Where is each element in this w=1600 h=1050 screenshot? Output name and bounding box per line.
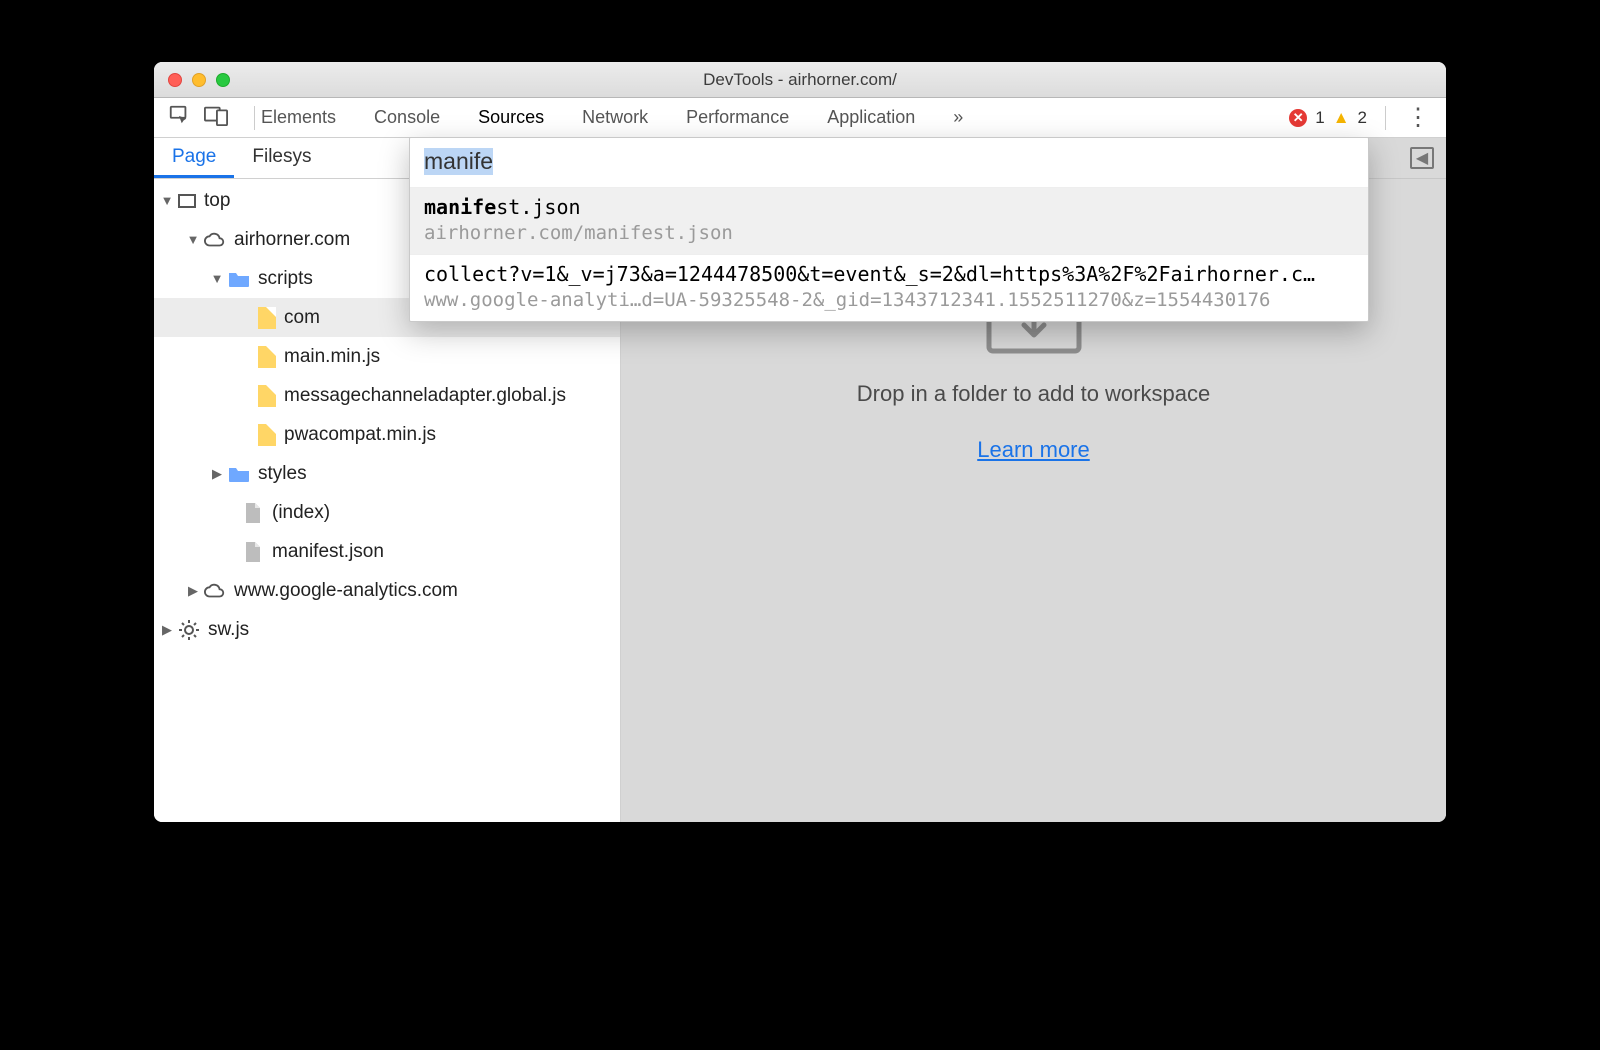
tree-label: airhorner.com xyxy=(234,229,350,251)
tree-label: main.min.js xyxy=(284,346,380,368)
folder-icon xyxy=(228,463,250,485)
window-title: DevTools - airhorner.com/ xyxy=(154,70,1446,90)
tree-label: com xyxy=(284,307,320,329)
gear-icon xyxy=(178,619,200,641)
cloud-icon xyxy=(204,229,226,251)
tree-folder-styles[interactable]: ▶ styles xyxy=(154,454,620,493)
panel-tabs: Elements Console Sources Network Perform… xyxy=(261,107,963,128)
folder-icon xyxy=(228,268,250,290)
toggle-debugger-sidebar-icon[interactable]: ◀ xyxy=(1410,147,1434,169)
error-count[interactable]: 1 xyxy=(1315,108,1324,128)
frame-icon xyxy=(178,194,196,208)
kebab-menu-icon[interactable]: ⋮ xyxy=(1398,103,1438,132)
subtab-filesystem[interactable]: Filesys xyxy=(234,138,329,178)
tree-label: sw.js xyxy=(208,619,249,641)
main-tabbar: Elements Console Sources Network Perform… xyxy=(154,98,1446,138)
learn-more-link[interactable]: Learn more xyxy=(977,437,1090,463)
match-highlight: manife xyxy=(424,195,496,219)
workspace-drop-text: Drop in a folder to add to workspace xyxy=(857,381,1210,407)
file-icon xyxy=(242,502,264,524)
tree-file[interactable]: • manifest.json xyxy=(154,532,620,571)
warning-count[interactable]: 2 xyxy=(1358,108,1367,128)
tab-network[interactable]: Network xyxy=(582,107,648,128)
tree-label: styles xyxy=(258,463,307,485)
tree-file[interactable]: • messagechanneladapter.global.js xyxy=(154,376,620,415)
result-path: www.google-analyti…d=UA-59325548-2&_gid=… xyxy=(424,287,1354,313)
js-file-icon xyxy=(258,424,276,446)
js-file-icon xyxy=(258,385,276,407)
tree-label: www.google-analytics.com xyxy=(234,580,458,602)
palette-result[interactable]: manifest.json airhorner.com/manifest.jso… xyxy=(410,187,1368,254)
palette-result[interactable]: collect?v=1&_v=j73&a=1244478500&t=event&… xyxy=(410,254,1368,321)
cloud-icon xyxy=(204,580,226,602)
result-path: airhorner.com/manifest.json xyxy=(424,220,1354,246)
tab-application[interactable]: Application xyxy=(827,107,915,128)
tree-file[interactable]: • (index) xyxy=(154,493,620,532)
tree-label: (index) xyxy=(272,502,330,524)
subtab-page[interactable]: Page xyxy=(154,138,234,178)
devtools-window: DevTools - airhorner.com/ Elements Conso… xyxy=(154,62,1446,822)
js-file-icon xyxy=(258,307,276,329)
tab-performance[interactable]: Performance xyxy=(686,107,789,128)
result-filename: collect?v=1&_v=j73&a=1244478500&t=event&… xyxy=(424,262,1315,286)
open-file-palette: manifest.json airhorner.com/manifest.jso… xyxy=(409,137,1369,322)
warning-icon[interactable]: ▲ xyxy=(1333,108,1350,128)
js-file-icon xyxy=(258,346,276,368)
inspect-icon[interactable] xyxy=(168,104,190,131)
tree-label: manifest.json xyxy=(272,541,384,563)
tab-sources[interactable]: Sources xyxy=(478,107,544,128)
tree-label: pwacompat.min.js xyxy=(284,424,436,446)
tabs-overflow[interactable]: » xyxy=(953,107,963,128)
tree-file[interactable]: • pwacompat.min.js xyxy=(154,415,620,454)
match-rest: st.json xyxy=(496,195,580,219)
error-badge-icon[interactable]: ✕ xyxy=(1289,109,1307,127)
titlebar: DevTools - airhorner.com/ xyxy=(154,62,1446,98)
open-file-input[interactable] xyxy=(410,138,1368,187)
tab-elements[interactable]: Elements xyxy=(261,107,336,128)
tab-console[interactable]: Console xyxy=(374,107,440,128)
tree-service-worker[interactable]: ▶ sw.js xyxy=(154,610,620,649)
file-icon xyxy=(242,541,264,563)
tree-label: scripts xyxy=(258,268,313,290)
tree-domain-ga[interactable]: ▶ www.google-analytics.com xyxy=(154,571,620,610)
device-toggle-icon[interactable] xyxy=(204,104,228,131)
tree-label: messagechanneladapter.global.js xyxy=(284,385,566,407)
tree-file[interactable]: • main.min.js xyxy=(154,337,620,376)
tree-label: top xyxy=(204,190,230,212)
